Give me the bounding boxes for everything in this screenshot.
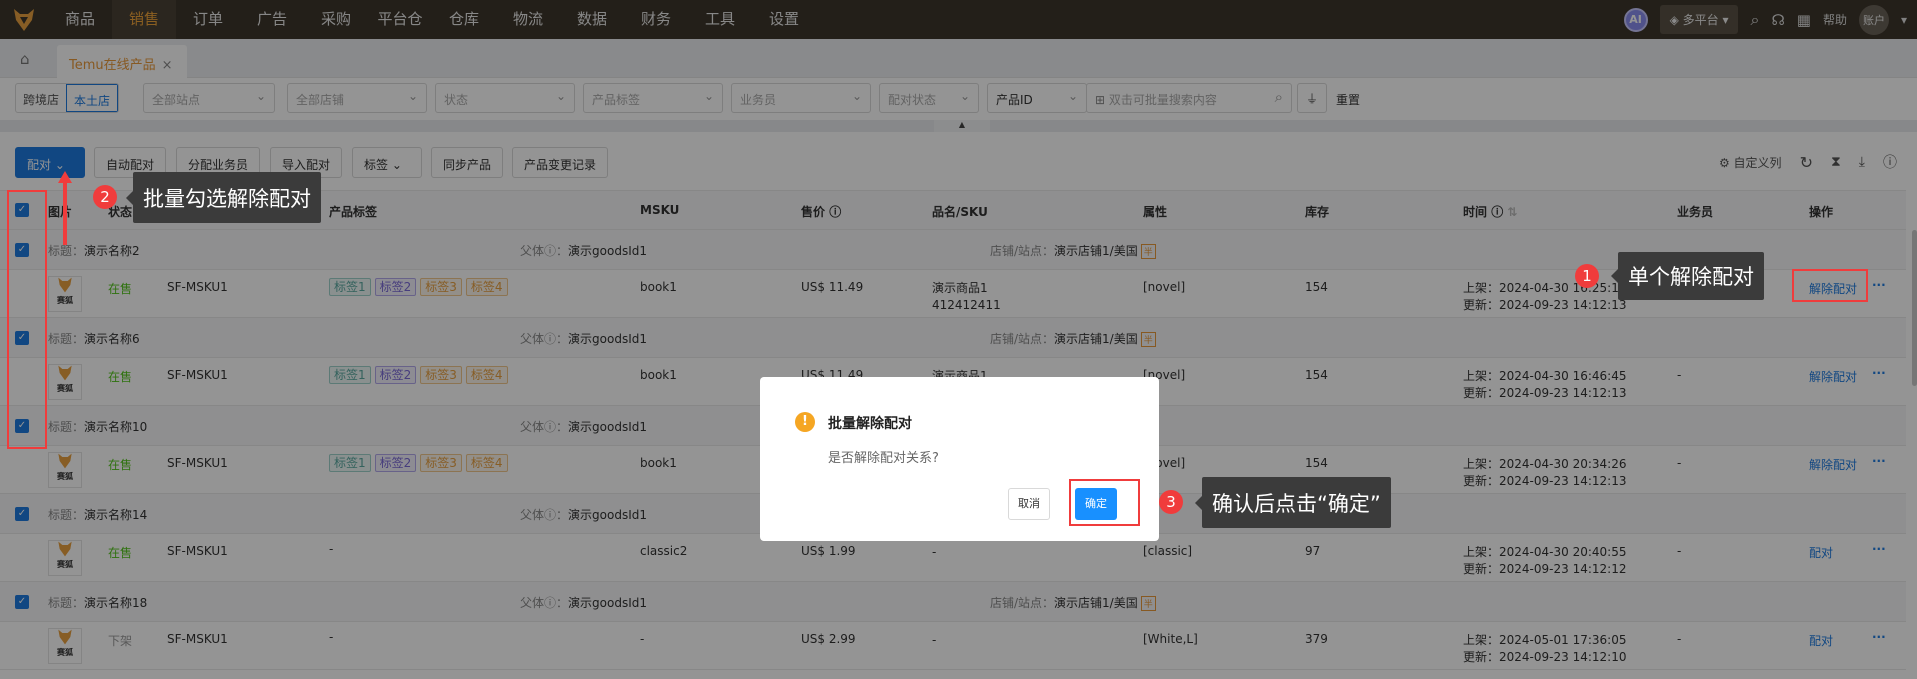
red-arrow-icon xyxy=(58,171,72,245)
confirm-highlight-box xyxy=(1069,479,1140,526)
modal-mask xyxy=(0,0,1917,679)
checkbox-highlight-box xyxy=(7,190,47,449)
annotation-tooltip-1: 单个解除配对 xyxy=(1611,252,1764,300)
step-badge-3: 3 xyxy=(1159,490,1183,514)
warning-icon: ! xyxy=(795,412,815,432)
unpair-link-highlight-box xyxy=(1792,269,1868,302)
dialog-title: 批量解除配对 xyxy=(828,416,912,432)
annotation-tooltip-2: 批量勾选解除配对 xyxy=(126,172,321,223)
step-badge-2: 2 xyxy=(93,185,117,209)
step-badge-1: 1 xyxy=(1575,264,1599,288)
dialog-message: 是否解除配对关系? xyxy=(828,451,939,466)
annotation-tooltip-3: 确认后点击“确定” xyxy=(1195,477,1391,528)
cancel-button[interactable]: 取消 xyxy=(1008,488,1050,520)
